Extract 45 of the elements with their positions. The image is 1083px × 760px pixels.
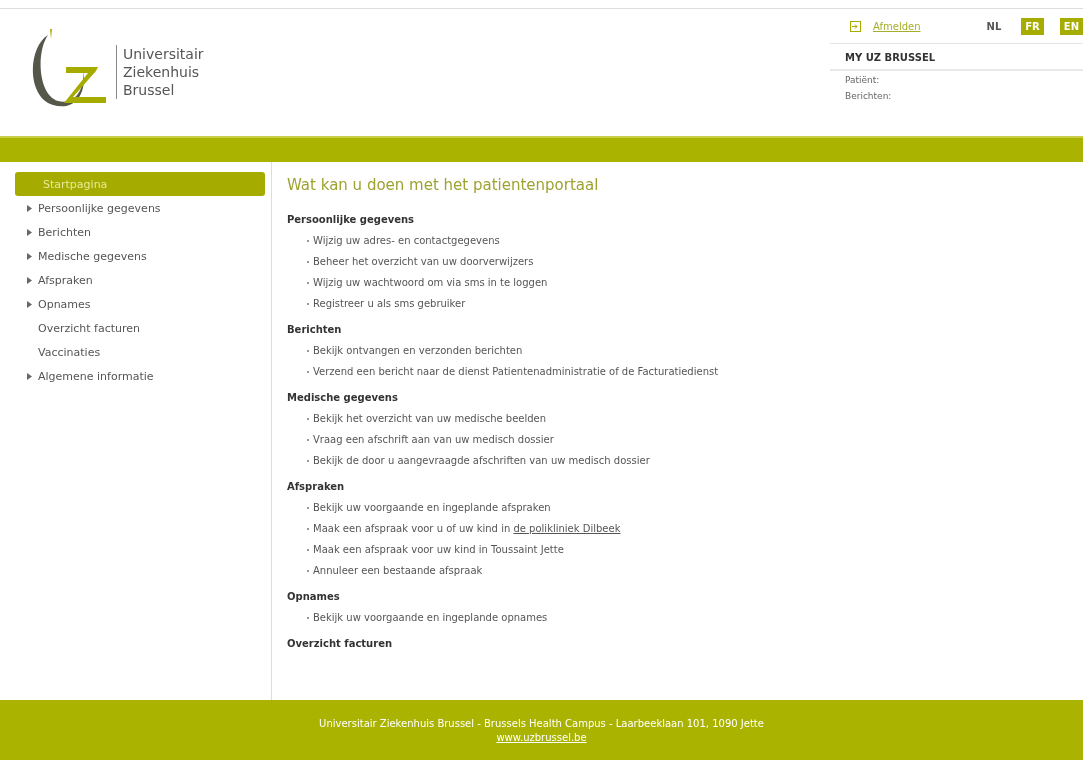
caret-icon bbox=[27, 204, 32, 212]
list-item-text: Registreer u als sms gebruiker bbox=[313, 298, 466, 309]
caret-icon bbox=[27, 276, 32, 284]
section-heading: Medische gegevens bbox=[287, 392, 399, 403]
page-title: Wat kan u doen met het patientenportaal bbox=[287, 176, 600, 194]
polikliniek-link[interactable]: de polikliniek Dilbeek bbox=[513, 523, 621, 534]
portal-title: MY UZ BRUSSEL bbox=[830, 44, 1083, 71]
list-item-text: Bekijk de door u aangevraagde afschriften van uw medisch dossier bbox=[313, 455, 650, 466]
sidebar-item[interactable]: Opnames bbox=[15, 292, 265, 316]
sidebar-item[interactable]: Algemene informatie bbox=[15, 364, 265, 388]
logo-text: Ziekenhuis bbox=[123, 63, 201, 81]
info-label: Berichten: bbox=[844, 90, 893, 103]
list-item-text: Bekijk ontvangen en verzonden berichten bbox=[313, 345, 523, 356]
sidebar-item[interactable]: Persoonlijke gegevens bbox=[15, 196, 265, 220]
section-heading: Opnames bbox=[287, 591, 341, 602]
list-item-text: Verzend een bericht naar de dienst Patientenadministratie of de Facturatiedienst bbox=[313, 366, 719, 377]
list-item-text: Wijzig uw adres- en contactgegevens bbox=[313, 235, 500, 246]
sidebar-item[interactable]: Overzicht facturen bbox=[15, 316, 265, 340]
section-heading: Overzicht facturen bbox=[287, 638, 394, 649]
section-heading: Persoonlijke gegevens bbox=[287, 214, 416, 225]
list-item-text: Bekijk het overzicht van uw medische beelden bbox=[313, 413, 547, 424]
sidebar-item[interactable]: Medische gegevens bbox=[15, 244, 265, 268]
caret-icon bbox=[27, 300, 32, 308]
sidebar-item[interactable]: Berichten bbox=[15, 220, 265, 244]
caret-icon bbox=[27, 228, 32, 236]
list-item-text: Maak een afspraak voor u of uw kind in de polikliniek Dilbeek bbox=[313, 523, 621, 534]
list-item-text: Maak een afspraak voor uw kind in Toussaint Jette bbox=[313, 544, 564, 555]
sidebar-item[interactable]: Vaccinaties bbox=[15, 340, 265, 364]
section-heading: Afspraken bbox=[287, 481, 346, 492]
list-item-text: Beheer het overzicht van uw doorverwijzers bbox=[313, 256, 534, 267]
list-item-text: Annuleer een bestaande afspraak bbox=[313, 565, 483, 576]
footer-address: Universitair Ziekenhuis Brussel - Brussels Health Campus - Laarbeeklaan 101, 1090 Jette bbox=[319, 717, 764, 729]
logout-icon[interactable] bbox=[850, 20, 861, 32]
language-option[interactable]: NL bbox=[982, 17, 1006, 35]
list-item-text: Vraag een afschrift aan van uw medisch dossier bbox=[313, 434, 554, 445]
list-item-text: Bekijk uw voorgaande en ingeplande opnames bbox=[313, 612, 548, 623]
info-label: Patiënt: bbox=[844, 74, 881, 87]
list-item-text: Bekijk uw voorgaande en ingeplande afspraken bbox=[313, 502, 551, 513]
logo-text: Universitair bbox=[123, 45, 204, 63]
section-heading: Berichten bbox=[287, 324, 343, 335]
caret-icon bbox=[27, 372, 32, 380]
caret-icon bbox=[27, 252, 32, 260]
list-item-text: Wijzig uw wachtwoord om via sms in te loggen bbox=[313, 277, 548, 288]
logo-text: Brussel bbox=[123, 81, 176, 99]
sidebar-item[interactable]: Afspraken bbox=[15, 268, 265, 292]
